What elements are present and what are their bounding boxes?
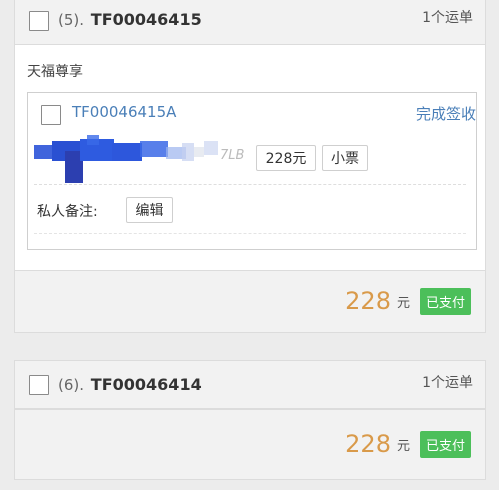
package-code-link[interactable]: TF00046415A [72, 103, 176, 121]
package-status-link[interactable]: 完成签收 [416, 103, 476, 124]
private-note-label: 私人备注: [37, 204, 98, 220]
order-code: TF00046415 [90, 10, 202, 29]
package-price-button[interactable]: 228元 [256, 145, 316, 171]
currency-unit: 元 [396, 295, 410, 311]
shop-name: 天福尊享 [27, 64, 83, 80]
redaction-strokes [34, 135, 218, 183]
order-card-6: (6). TF00046414 1个运单 228 元 已支付 [14, 360, 486, 480]
redacted-address-blur [34, 135, 218, 183]
package-weight: 7LB [220, 148, 245, 163]
total-amount: 228 [345, 430, 391, 458]
waybill-count: 1个运单 [422, 10, 473, 26]
order-title: (6). TF00046414 [58, 375, 202, 394]
divider [34, 184, 466, 185]
order-index: (5). [58, 11, 85, 29]
divider [34, 233, 466, 234]
order-index: (6). [58, 376, 85, 394]
total-amount: 228 [345, 287, 391, 315]
package-checkbox[interactable] [41, 105, 61, 125]
order-checkbox[interactable] [29, 375, 49, 395]
order-footer: 228 元 已支付 [15, 270, 485, 332]
order-title: (5). TF00046415 [58, 10, 202, 29]
waybill-count: 1个运单 [422, 375, 473, 391]
package-box: TF00046415A 完成签收 7LB 228元 小票 私人备注: 编辑 [27, 92, 477, 250]
paid-status-badge: 已支付 [419, 430, 471, 458]
edit-note-button[interactable]: 编辑 [126, 197, 173, 223]
order-total: 228 元 已支付 [345, 287, 471, 315]
order-checkbox[interactable] [29, 11, 49, 31]
order-code: TF00046414 [90, 375, 202, 394]
order-footer: 228 元 已支付 [15, 409, 485, 479]
order-header: (6). TF00046414 1个运单 [15, 361, 485, 409]
order-card-5: (5). TF00046415 1个运单 天福尊享 TF00046415A 完成… [14, 0, 486, 333]
order-total: 228 元 已支付 [345, 430, 471, 458]
currency-unit: 元 [396, 438, 410, 454]
paid-status-badge: 已支付 [419, 287, 471, 315]
receipt-button[interactable]: 小票 [322, 145, 368, 171]
order-header: (5). TF00046415 1个运单 [15, 0, 485, 45]
